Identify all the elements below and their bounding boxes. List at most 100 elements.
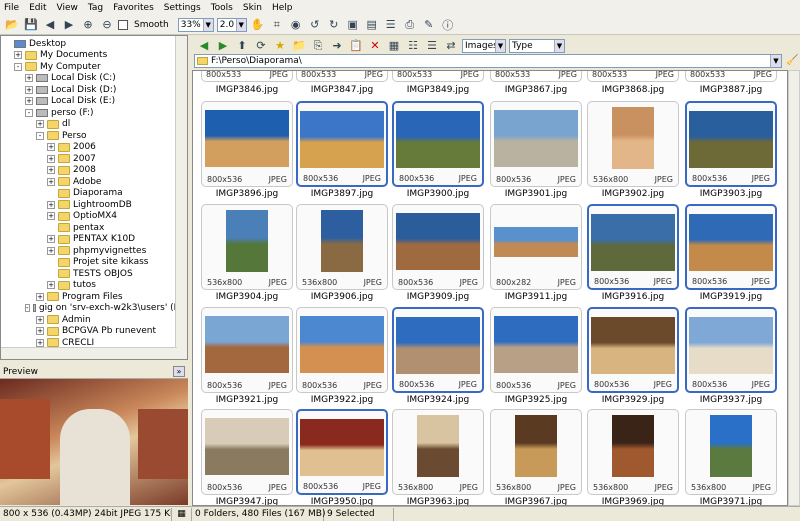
expand-icon[interactable]: + [47, 200, 55, 209]
rotate-left-icon[interactable]: ↺ [307, 17, 323, 33]
thumbnail-tile[interactable]: 800x533 JPEG [201, 71, 293, 82]
thumbnail-tile[interactable]: 800x533 JPEG [296, 71, 388, 82]
tree-item[interactable]: + Program Files [3, 291, 187, 303]
expand-icon[interactable] [47, 223, 55, 232]
expand-icon[interactable]: - [25, 108, 33, 117]
thumbnail-tile[interactable]: 800x536 JPEG [296, 101, 388, 187]
details-view-icon[interactable]: ☷ [405, 38, 421, 54]
expand-icon[interactable] [47, 269, 55, 278]
thumbnail-tile[interactable]: 800x536 JPEG [685, 307, 777, 393]
tools-icon[interactable]: ✎ [421, 17, 437, 33]
tree-item[interactable]: + My Documents [3, 50, 187, 62]
menu-item-help[interactable]: Help [272, 3, 293, 13]
tree-item[interactable]: Diaporama [3, 188, 187, 200]
expand-icon[interactable]: - [36, 131, 44, 140]
menu-item-edit[interactable]: Edit [29, 3, 46, 13]
new-folder-icon[interactable]: 📁 [291, 38, 307, 54]
thumbnail-tile[interactable]: 800x533 JPEG [587, 71, 679, 82]
zoom-in-icon[interactable]: ⊕ [80, 17, 96, 33]
expand-icon[interactable]: + [47, 177, 55, 186]
thumbnail-tile[interactable]: 800x536 JPEG [392, 307, 484, 393]
tree-item[interactable]: - gig on 'srv-exch-w2k3\users' (H:) [3, 303, 187, 315]
tree-item[interactable]: + Adobe [3, 176, 187, 188]
info-icon[interactable]: ⓘ [440, 17, 456, 33]
thumbnail-tile[interactable]: 536x800 JPEG [587, 101, 679, 187]
expand-icon[interactable] [47, 189, 55, 198]
tree-item[interactable]: +2006 [3, 142, 187, 154]
expand-icon[interactable]: + [36, 292, 44, 301]
expand-icon[interactable]: + [47, 143, 55, 152]
save-icon[interactable]: 💾 [23, 17, 39, 33]
redeye-icon[interactable]: ◉ [288, 17, 304, 33]
tree-item[interactable]: + LightroomDB [3, 199, 187, 211]
chevron-down-icon[interactable]: ▼ [770, 55, 781, 67]
expand-icon[interactable]: + [36, 338, 44, 347]
tree-item[interactable]: + Local Disk (D:) [3, 84, 187, 96]
broom-icon[interactable]: 🧹 [786, 55, 798, 66]
next-icon[interactable]: ▶ [61, 17, 77, 33]
print-icon[interactable]: ⎙ [402, 17, 418, 33]
thumbnail-tile[interactable]: 536x800 JPEG [685, 409, 777, 495]
expand-icon[interactable]: + [36, 315, 44, 324]
thumbnail-tile[interactable]: 800x533 JPEG [685, 71, 777, 82]
slideshow-icon[interactable]: ▤ [364, 17, 380, 33]
expand-icon[interactable]: + [14, 51, 22, 60]
up-folder-icon[interactable]: ⬆ [234, 38, 250, 54]
expand-icon[interactable]: + [47, 166, 55, 175]
expand-icon[interactable]: - [14, 62, 22, 71]
open-icon[interactable]: 📂 [4, 17, 20, 33]
thumbnail-tile[interactable]: 536x800 JPEG [392, 409, 484, 495]
expand-icon[interactable]: - [25, 304, 30, 313]
expand-icon[interactable] [3, 39, 11, 48]
thumbnail-tile[interactable]: 800x536 JPEG [392, 204, 484, 290]
thumbnail-tile[interactable]: 536x800 JPEG [201, 204, 293, 290]
tree-item[interactable]: + phpmyvignettes [3, 245, 187, 257]
forward-icon[interactable]: ▶ [215, 38, 231, 54]
expand-icon[interactable]: + [25, 85, 33, 94]
thumbnail-tile[interactable]: 800x536 JPEG [587, 307, 679, 393]
thumbnail-tile[interactable]: 800x533 JPEG [490, 71, 582, 82]
menu-item-settings[interactable]: Settings [164, 3, 201, 13]
filter-select[interactable]: Images ▼ [462, 38, 506, 53]
thumbnail-tile[interactable]: 800x536 JPEG [296, 409, 388, 495]
zoom-factor-select[interactable]: 2.0 ▼ [216, 17, 247, 32]
thumbnail-tile[interactable]: 536x800 JPEG [587, 409, 679, 495]
thumbnail-tile[interactable]: 800x536 JPEG [490, 101, 582, 187]
tree-item[interactable]: +2007 [3, 153, 187, 165]
thumbnail-tile[interactable]: 800x536 JPEG [201, 409, 293, 495]
thumbnail-tile[interactable]: 800x536 JPEG [296, 307, 388, 393]
grid-scrollbar[interactable] [788, 70, 800, 506]
tree-item[interactable]: + BCPGVA Pb runevent [3, 326, 187, 338]
thumbnail-tile[interactable]: 800x536 JPEG [685, 101, 777, 187]
tree-item[interactable]: - Perso [3, 130, 187, 142]
thumbnails-view-icon[interactable]: ▦ [386, 38, 402, 54]
hand-icon[interactable]: ✋ [250, 17, 266, 33]
thumbnail-tile[interactable]: 800x282 JPEG [490, 204, 582, 290]
tree-item[interactable]: + PENTAX K10D [3, 234, 187, 246]
tree-item[interactable]: - perso (F:) [3, 107, 187, 119]
thumbnail-tile[interactable]: 800x536 JPEG [685, 204, 777, 290]
zoom-select[interactable]: 33% ▼ [177, 17, 214, 32]
expand-icon[interactable]: + [47, 212, 55, 221]
prev-icon[interactable]: ◀ [42, 17, 58, 33]
tree-item[interactable]: TESTS OBJOS [3, 268, 187, 280]
sort-select[interactable]: Type ▼ [509, 38, 565, 53]
tree-item[interactable]: +2008 [3, 165, 187, 177]
properties-icon[interactable]: ☰ [383, 17, 399, 33]
paste-icon[interactable]: 📋 [348, 38, 364, 54]
thumbnail-tile[interactable]: 800x533 JPEG [392, 71, 484, 82]
copy-icon[interactable]: ⎘ [310, 38, 326, 54]
thumbnail-tile[interactable]: 800x536 JPEG [201, 101, 293, 187]
menu-item-tag[interactable]: Tag [88, 3, 103, 13]
back-icon[interactable]: ◀ [196, 38, 212, 54]
menu-item-favorites[interactable]: Favorites [113, 3, 154, 13]
expand-icon[interactable]: + [47, 235, 55, 244]
menu-item-view[interactable]: View [57, 3, 78, 13]
list-view-icon[interactable]: ☰ [424, 38, 440, 54]
fullscreen-icon[interactable]: ▣ [345, 17, 361, 33]
thumbnail-tile[interactable]: 800x536 JPEG [587, 204, 679, 290]
delete-icon[interactable]: ✕ [367, 38, 383, 54]
favorite-icon[interactable]: ★ [272, 38, 288, 54]
tree-item[interactable]: + OptioMX4 [3, 211, 187, 223]
rotate-right-icon[interactable]: ↻ [326, 17, 342, 33]
